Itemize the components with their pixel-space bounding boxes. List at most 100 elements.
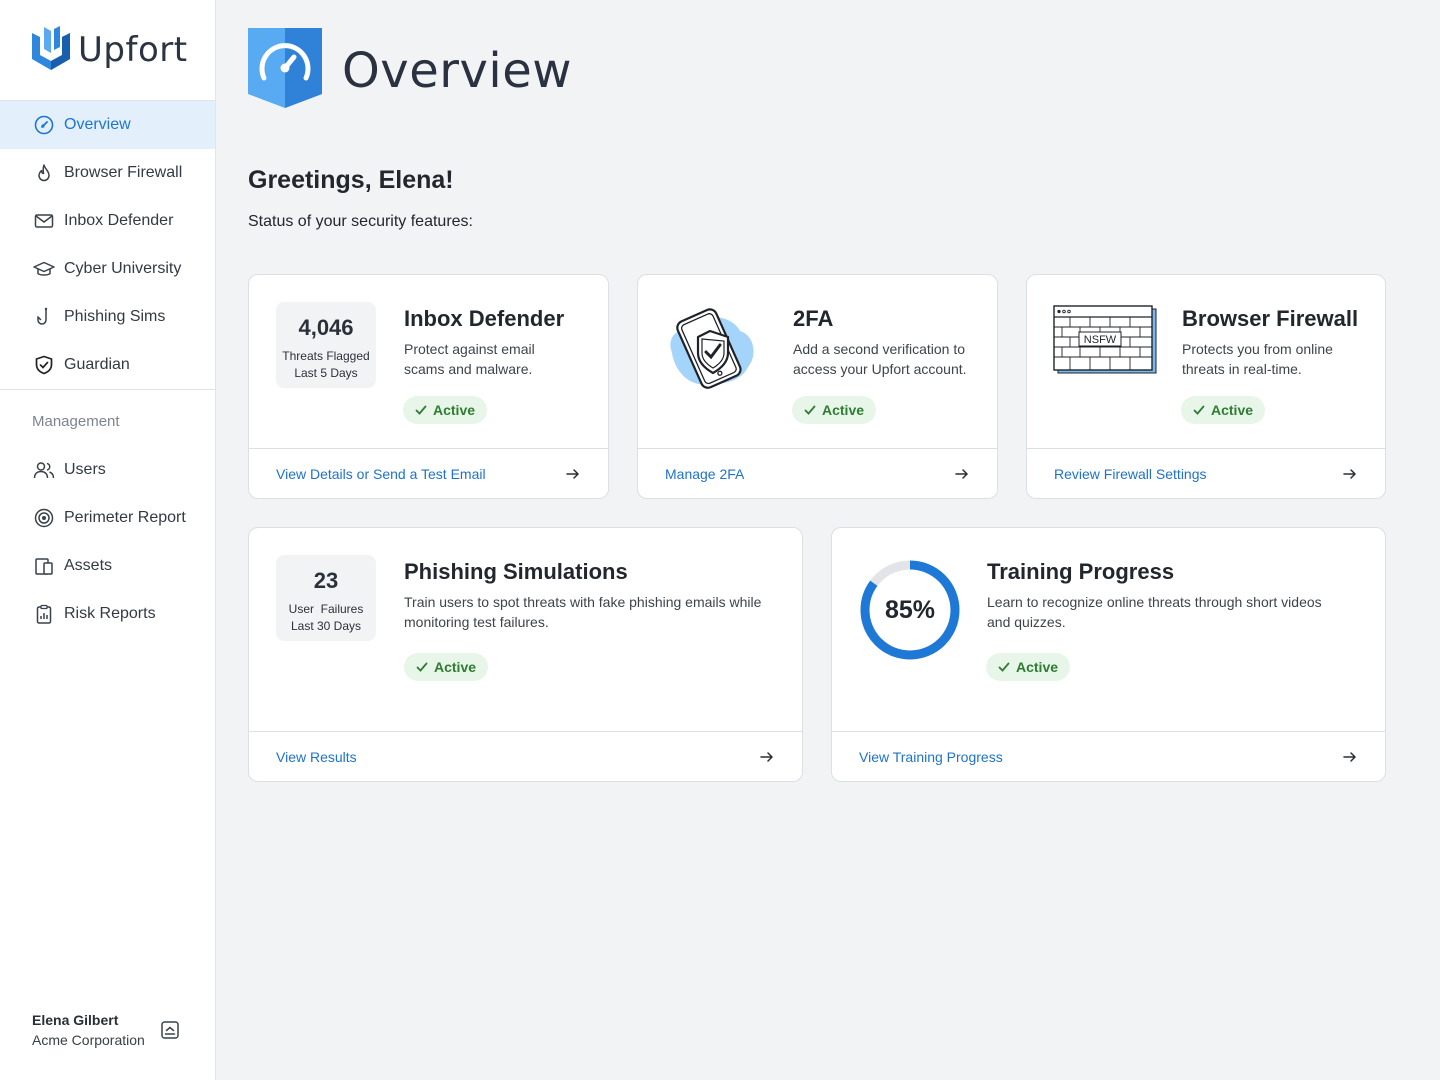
nav-label: Cyber University bbox=[64, 260, 182, 277]
devices-icon bbox=[32, 554, 56, 578]
status-text: Active bbox=[1211, 402, 1254, 418]
card-description: Train users to spot threats with fake ph… bbox=[404, 594, 762, 630]
status-text: Active bbox=[434, 659, 477, 675]
stat-value: 4,046 bbox=[298, 315, 354, 340]
card-title: Inbox Defender bbox=[404, 306, 565, 331]
card-title: Phishing Simulations bbox=[404, 559, 628, 584]
view-training-link[interactable]: View Training Progress bbox=[832, 731, 1385, 781]
stat-label-line: Threats Flagged bbox=[282, 349, 370, 363]
card-link-text: Review Firewall Settings bbox=[1054, 465, 1207, 482]
nav-item-assets[interactable]: Assets bbox=[0, 542, 215, 590]
status-text: Active bbox=[433, 402, 476, 418]
overview-badge-icon bbox=[248, 28, 322, 113]
stat-label-line: Last 5 Days bbox=[294, 366, 358, 380]
nav-label: Browser Firewall bbox=[64, 164, 183, 181]
users-icon bbox=[32, 458, 56, 482]
threats-flagged-stat: 4,046 Threats Flagged Last 5 Days bbox=[276, 302, 376, 388]
phishing-simulations-card: 23 User Failures Last 30 Days Phishing S… bbox=[248, 527, 803, 782]
status-badge: Active bbox=[1181, 396, 1266, 424]
page-title: Overview bbox=[342, 42, 572, 99]
card-title: Browser Firewall bbox=[1182, 306, 1359, 331]
brand-name: Upfort bbox=[78, 30, 188, 70]
sidebar: Upfort Overview Browser Firewall Inbox D… bbox=[0, 0, 216, 1080]
flame-icon bbox=[32, 161, 56, 185]
card-link-text: View Results bbox=[276, 748, 357, 765]
nav-item-perimeter-report[interactable]: Perimeter Report bbox=[0, 494, 215, 542]
firewall-illustration-icon: NSFW bbox=[1052, 305, 1158, 380]
nav-section-management: Management bbox=[32, 412, 120, 430]
page-header: Overview bbox=[248, 28, 572, 113]
stat-label-line: User Failures bbox=[288, 602, 364, 616]
view-results-link[interactable]: View Results bbox=[249, 731, 802, 781]
mail-icon bbox=[32, 209, 56, 233]
nav-item-overview[interactable]: Overview bbox=[0, 101, 215, 149]
twofa-card: 2FA Add a second verification to access … bbox=[637, 274, 998, 499]
card-link-text: Manage 2FA bbox=[665, 465, 745, 482]
expand-menu-icon[interactable] bbox=[160, 1020, 182, 1042]
view-details-link[interactable]: View Details or Send a Test Email bbox=[249, 448, 608, 498]
status-badge: Active bbox=[404, 653, 489, 681]
user-failures-stat: 23 User Failures Last 30 Days bbox=[276, 555, 376, 641]
arrow-right-icon bbox=[760, 751, 774, 762]
nav-item-users[interactable]: Users bbox=[0, 446, 215, 494]
shield-check-icon bbox=[32, 353, 56, 377]
card-title: Training Progress bbox=[987, 559, 1175, 584]
nav-label: Users bbox=[64, 461, 106, 478]
stat-value: 23 bbox=[313, 568, 339, 593]
inbox-defender-card: 4,046 Threats Flagged Last 5 Days Inbox … bbox=[248, 274, 609, 499]
stat-label: Threats Flagged Last 5 Days bbox=[276, 348, 376, 382]
browser-firewall-card: NSFW Browser Firewall Protects you from … bbox=[1026, 274, 1386, 499]
phone-shield-illustration-icon bbox=[662, 301, 758, 402]
target-icon bbox=[32, 506, 56, 530]
status-badge: Active bbox=[403, 396, 488, 424]
status-badge: Active bbox=[792, 396, 877, 424]
status-badge: Active bbox=[986, 653, 1071, 681]
nav-label: Overview bbox=[64, 116, 131, 133]
card-description: Add a second verification to access your… bbox=[793, 341, 967, 377]
card-link-text: View Details or Send a Test Email bbox=[276, 465, 486, 482]
nav-label: Inbox Defender bbox=[64, 212, 174, 229]
nsfw-label: NSFW bbox=[1084, 334, 1117, 346]
card-title: 2FA bbox=[793, 306, 834, 331]
greeting: Greetings, Elena! bbox=[248, 166, 454, 194]
main-content: Overview Greetings, Elena! Status of you… bbox=[216, 0, 1440, 1080]
graduation-cap-icon bbox=[32, 257, 56, 281]
brand[interactable]: Upfort bbox=[30, 25, 188, 76]
nav-label: Risk Reports bbox=[64, 605, 156, 622]
fishing-hook-icon bbox=[32, 305, 56, 329]
upfort-logo-icon bbox=[30, 25, 72, 76]
status-subtitle: Status of your security features: bbox=[248, 213, 473, 230]
status-text: Active bbox=[1016, 659, 1059, 675]
nav-label: Guardian bbox=[64, 356, 130, 373]
card-description: Protects you from online threats in real… bbox=[1182, 341, 1333, 377]
card-description: Learn to recognize online threats throug… bbox=[987, 594, 1322, 630]
card-link-text: View Training Progress bbox=[859, 748, 1003, 765]
nav-item-browser-firewall[interactable]: Browser Firewall bbox=[0, 149, 215, 197]
arrow-right-icon bbox=[1343, 468, 1357, 479]
review-firewall-link[interactable]: Review Firewall Settings bbox=[1027, 448, 1385, 498]
nav-item-inbox-defender[interactable]: Inbox Defender bbox=[0, 197, 215, 245]
card-description: Protect against email scams and malware. bbox=[404, 341, 535, 377]
gauge-icon bbox=[32, 113, 56, 137]
check-icon bbox=[998, 662, 1010, 672]
check-icon bbox=[804, 405, 816, 415]
arrow-right-icon bbox=[955, 468, 969, 479]
check-icon bbox=[415, 405, 427, 415]
arrow-right-icon bbox=[1343, 751, 1357, 762]
nav-label: Phishing Sims bbox=[64, 308, 166, 325]
nav-item-guardian[interactable]: Guardian bbox=[0, 341, 215, 389]
training-progress-card: 85% Training Progress Learn to recognize… bbox=[831, 527, 1386, 782]
check-icon bbox=[416, 662, 428, 672]
clipboard-icon bbox=[32, 602, 56, 626]
nav-item-phishing-sims[interactable]: Phishing Sims bbox=[0, 293, 215, 341]
nav-item-cyber-university[interactable]: Cyber University bbox=[0, 245, 215, 293]
stat-label: User Failures Last 30 Days bbox=[276, 601, 376, 635]
nav-label: Assets bbox=[64, 557, 113, 574]
main-nav: Overview Browser Firewall Inbox Defender… bbox=[0, 100, 215, 638]
manage-2fa-link[interactable]: Manage 2FA bbox=[638, 448, 997, 498]
status-text: Active bbox=[822, 402, 865, 418]
stat-label-line: Last 30 Days bbox=[290, 619, 362, 633]
check-icon bbox=[1193, 405, 1205, 415]
nav-item-risk-reports[interactable]: Risk Reports bbox=[0, 590, 215, 638]
progress-value: 85% bbox=[885, 596, 935, 624]
